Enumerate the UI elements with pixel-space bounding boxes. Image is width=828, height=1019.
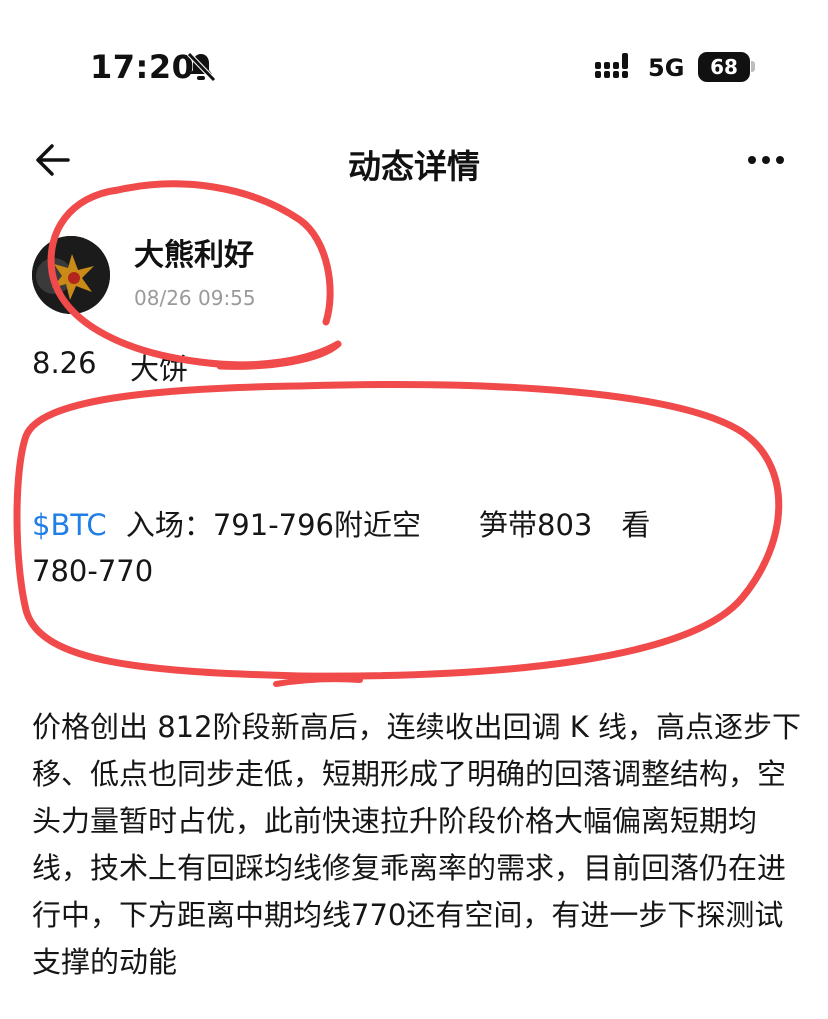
network-type: 5G	[648, 54, 685, 82]
post-timestamp: 08/26 09:55	[134, 286, 256, 310]
avatar[interactable]	[32, 236, 110, 314]
avatar-image	[32, 236, 110, 314]
entry-text: 入场：791-796附近空 笋带803 看	[125, 508, 651, 542]
ticker-tag[interactable]: $BTC	[32, 508, 107, 542]
post-entry-line: $BTC 入场：791-796附近空 笋带803 看	[32, 502, 650, 544]
battery-level: 68	[710, 55, 738, 79]
post-title-date: 8.26	[32, 346, 97, 380]
status-time: 17:20	[90, 48, 195, 86]
author-name[interactable]: 大熊利好	[134, 230, 254, 274]
battery-tip	[751, 61, 755, 72]
bell-off-icon	[187, 52, 216, 82]
post-title-text: 大饼	[130, 352, 189, 386]
page-title: 动态详情	[348, 147, 480, 186]
entry-target: 780-770	[32, 554, 154, 588]
battery-icon: 68	[698, 52, 750, 82]
signal-icon	[595, 53, 628, 78]
post-body: 价格创出 812阶段新高后，连续收出回调 K 线，高点逐步下移、低点也同步走低，…	[32, 710, 802, 979]
more-icon[interactable]	[746, 144, 786, 176]
annotation-circle-entry-tail	[273, 676, 363, 687]
